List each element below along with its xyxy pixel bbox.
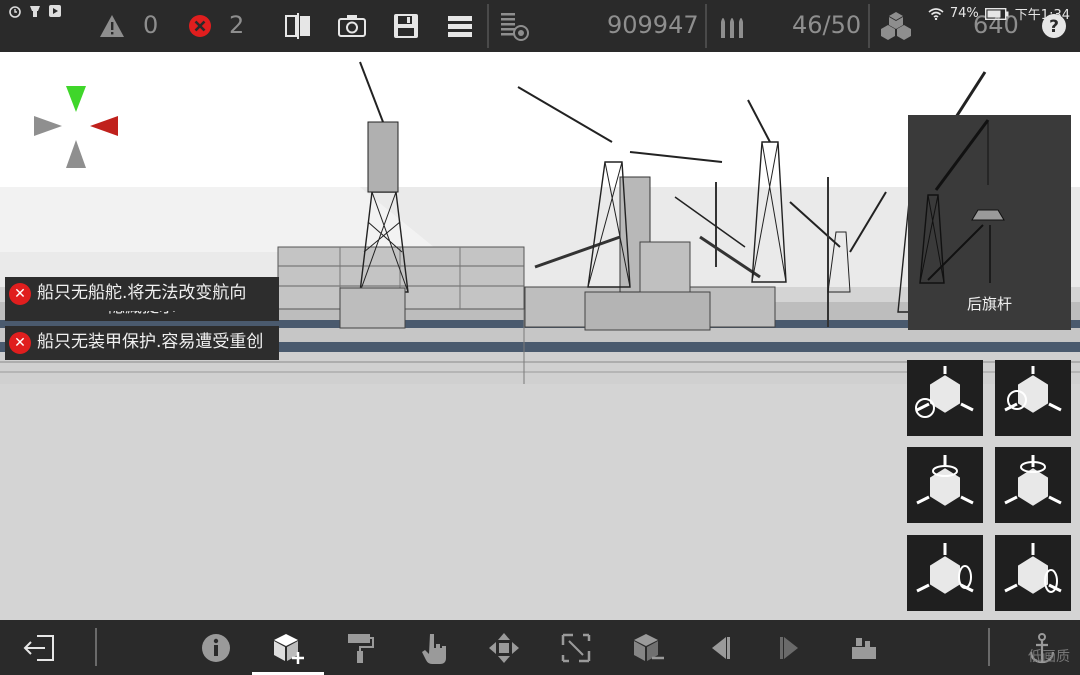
3d-viewport[interactable]: 后旗杆 隐藏提示 ✕ 船只无船舵.将无法改变航向 ✕ 船只无装甲保护.容易遭受重… <box>0 52 1080 620</box>
part-name-label: 后旗杆 <box>966 295 1012 313</box>
rotate-y-ccw-button[interactable] <box>907 447 983 523</box>
resize-icon <box>561 633 591 662</box>
add-part-button[interactable] <box>252 620 324 675</box>
hint-item: ✕ 船只无船舵.将无法改变航向 <box>5 277 279 311</box>
clock: 下午1:34 <box>1014 8 1070 23</box>
quality-watermark: 低画质 <box>1028 649 1070 665</box>
axis-forward-arrow <box>66 86 86 112</box>
rotate-x-ccw-button[interactable] <box>907 360 983 436</box>
rotate-z-icon <box>1004 543 1062 597</box>
blocks-icon <box>878 10 914 42</box>
ammo-icon <box>716 10 750 42</box>
rotate-x-icon <box>1004 366 1062 416</box>
toolbar-divider <box>988 628 990 666</box>
hint-text: 船只无船舵.将无法改变航向 <box>37 283 247 303</box>
battery-percent: 74% <box>949 6 979 21</box>
battery-icon <box>984 7 1009 20</box>
select-button[interactable] <box>404 620 464 675</box>
rotate-z-cw-button[interactable] <box>995 535 1071 611</box>
wifi-icon <box>928 7 944 20</box>
usb-icon <box>30 6 40 17</box>
toolbar-divider <box>95 628 97 666</box>
next-icon <box>780 636 798 659</box>
hand-pointer-icon <box>422 633 446 664</box>
play-store-icon <box>49 5 61 17</box>
axis-right-arrow <box>90 116 118 136</box>
toolbar-divider <box>487 4 489 48</box>
warning-icon[interactable] <box>98 12 126 40</box>
rotate-z-icon <box>916 543 974 597</box>
rotate-x-cw-button[interactable] <box>995 360 1071 436</box>
crew-icon <box>852 637 876 659</box>
warning-count: 0 <box>143 11 159 39</box>
top-toolbar: 0 2 909947 46/50 640 ? 74% 下午1:34 <box>0 0 1080 52</box>
orientation-gizmo[interactable] <box>32 84 122 174</box>
add-block-icon <box>274 633 304 664</box>
scale-button[interactable] <box>546 620 606 675</box>
axis-back-arrow <box>66 140 86 168</box>
ammo-count: 46/50 <box>792 11 862 39</box>
next-button[interactable] <box>760 620 820 675</box>
info-button[interactable] <box>186 620 246 675</box>
rotate-y-icon <box>1004 455 1062 509</box>
toolbar-divider <box>868 4 870 48</box>
move-arrows-icon <box>489 632 519 663</box>
remove-block-icon <box>634 633 664 661</box>
rotate-y-icon <box>916 455 974 509</box>
paint-button[interactable] <box>330 620 390 675</box>
info-icon <box>202 633 230 662</box>
error-count: 2 <box>229 11 245 39</box>
rotate-x-icon <box>915 366 974 418</box>
bottom-toolbar: 低画质 <box>0 620 1080 675</box>
layers-icon[interactable] <box>444 12 476 40</box>
hint-item: ✕ 船只无装甲保护.容易遭受重创 <box>5 326 279 360</box>
camera-icon[interactable] <box>336 12 368 40</box>
axis-left-arrow <box>34 116 62 136</box>
ship-editor-app: 0 2 909947 46/50 640 ? 74% 下午1:34 后旗杆 ✕ … <box>0 0 1080 675</box>
error-icon: ✕ <box>9 283 31 305</box>
previous-button[interactable] <box>690 620 750 675</box>
move-button[interactable] <box>474 620 534 675</box>
system-status-right: 74% 下午1:34 <box>928 4 1070 23</box>
rotate-z-ccw-button[interactable] <box>907 535 983 611</box>
system-status-left <box>8 4 62 18</box>
mirror-icon[interactable] <box>282 12 314 40</box>
previous-icon <box>712 636 730 659</box>
exit-icon <box>23 634 54 661</box>
weight-icon <box>498 10 532 42</box>
weight-value: 909947 <box>607 11 699 39</box>
error-icon: ✕ <box>9 332 31 354</box>
save-icon[interactable] <box>390 12 422 40</box>
flagpole-part-preview <box>919 119 1005 284</box>
crew-button[interactable] <box>834 620 894 675</box>
alarm-icon <box>9 6 21 18</box>
toolbar-divider <box>705 4 707 48</box>
rotate-y-cw-button[interactable] <box>995 447 1071 523</box>
error-icon[interactable] <box>186 12 214 40</box>
part-preview-panel: 后旗杆 <box>908 115 1071 330</box>
exit-button[interactable] <box>10 620 70 675</box>
paint-roller-icon <box>348 633 374 663</box>
remove-part-button[interactable] <box>618 620 678 675</box>
hint-text: 船只无装甲保护.容易遭受重创 <box>37 332 264 352</box>
